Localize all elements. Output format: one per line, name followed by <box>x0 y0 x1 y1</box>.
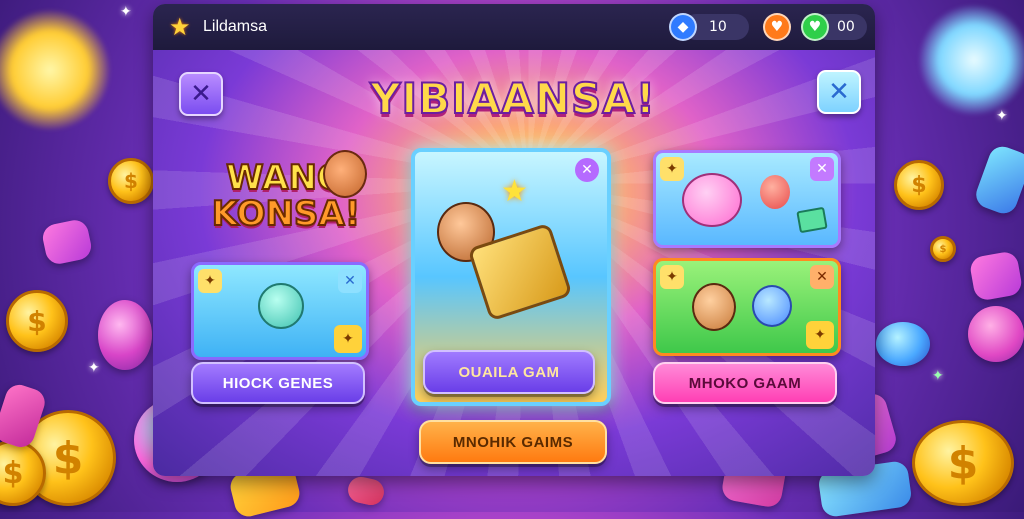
close-icon: ✕ <box>581 162 593 178</box>
card-close-center[interactable]: ✕ <box>575 158 599 182</box>
card-badge-left: ✦ <box>198 269 222 293</box>
mnohik-gaims-button[interactable]: MNOHIK GAIMS <box>419 420 607 464</box>
coin-icon <box>6 290 68 352</box>
card-close-right-top[interactable]: ✕ <box>810 157 834 181</box>
mnohik-gaims-label: MNOHIK GAIMS <box>452 433 574 451</box>
close-button-right[interactable]: ✕ <box>817 70 861 114</box>
sparkle-icon: ✦ <box>120 4 132 20</box>
star-mascot-icon: ★ <box>169 13 191 41</box>
top-bar: ★ Lildamsa ◆ 10 ♥ ♥ 00 <box>153 4 875 50</box>
card-close-right-bottom[interactable]: ✕ <box>810 265 834 289</box>
card-close-left[interactable]: ✕ <box>338 269 362 293</box>
gem-icon <box>98 300 152 370</box>
coin-icon <box>912 420 1014 506</box>
close-icon: ✕ <box>828 77 850 107</box>
blue-creature-icon <box>752 285 792 327</box>
ouaila-gam-button[interactable]: OUAILA GAM <box>423 350 595 394</box>
coin-icon <box>108 158 154 204</box>
close-icon: ✕ <box>344 273 356 289</box>
coin-icon <box>0 440 46 506</box>
mascot-icon <box>323 150 367 198</box>
headline-title: YIBIAANSA! <box>369 73 656 124</box>
gem-icon <box>345 474 387 508</box>
sparkle-icon: ✦ <box>88 360 100 376</box>
currency-orange[interactable]: ♥ <box>763 13 791 41</box>
sun-glow-left <box>0 10 110 130</box>
pink-creature-icon <box>682 173 742 227</box>
blue-value-text: 10 <box>709 19 727 35</box>
mhoko-gaam-button[interactable]: MHOKO GAAM <box>653 362 837 404</box>
coin-icon <box>894 160 944 210</box>
hiock-genes-button[interactable]: HIOCK GENES <box>191 362 365 404</box>
box-icon <box>796 206 828 234</box>
gem-icon <box>968 250 1024 302</box>
app-title: Lildamsa <box>203 18 268 35</box>
moon-glow-right <box>919 5 1024 115</box>
coin-icon <box>930 236 956 262</box>
sparkle-icon: ✦ <box>932 368 944 384</box>
creature-icon <box>258 283 304 329</box>
card-badge-right-bottom: ✦ <box>660 265 684 289</box>
gem-icon <box>968 306 1024 362</box>
gem-icon <box>876 322 930 366</box>
kid-character-icon <box>692 283 736 331</box>
close-button-left[interactable]: ✕ <box>179 72 223 116</box>
green-heart-icon: ♥ <box>801 13 829 41</box>
currency-blue[interactable]: ◆ 10 <box>669 13 749 41</box>
gem-icon <box>40 217 94 267</box>
close-icon: ✕ <box>190 79 212 109</box>
blue-gem-icon: ◆ <box>669 13 697 41</box>
mhoko-gaam-label: MHOKO GAAM <box>688 374 802 392</box>
currency-green[interactable]: ♥ 00 <box>801 13 867 41</box>
close-icon: ✕ <box>816 269 828 285</box>
game-card-left[interactable]: ✦ ✕ ✦ <box>191 262 369 360</box>
card-corner-right-bottom: ✦ <box>806 321 834 349</box>
game-card-right-top[interactable]: ✦ ✕ <box>653 150 841 248</box>
game-window: ★ Lildamsa ◆ 10 ♥ ♥ 00 ✕ ✕ YIBIAANSA! WA… <box>153 4 875 476</box>
sparkle-icon: ✦ <box>996 108 1008 124</box>
game-card-center[interactable]: ✕ ★ OUAILA GAM <box>411 148 611 406</box>
orange-heart-icon: ♥ <box>763 13 791 41</box>
ouaila-gam-label: OUAILA GAM <box>458 363 560 381</box>
hiock-genes-label: HIOCK GENES <box>222 374 334 392</box>
card-corner-left: ✦ <box>334 325 362 353</box>
game-card-right-bottom[interactable]: ✦ ✕ ✦ <box>653 258 841 356</box>
star-icon: ★ <box>501 174 528 209</box>
bug-creature-icon <box>760 175 790 209</box>
card-badge-right-top: ✦ <box>660 157 684 181</box>
logo-line-2: KONSA! <box>211 194 361 234</box>
close-icon: ✕ <box>816 161 828 177</box>
gem-icon <box>972 142 1024 218</box>
green-value-text: 00 <box>837 19 855 35</box>
